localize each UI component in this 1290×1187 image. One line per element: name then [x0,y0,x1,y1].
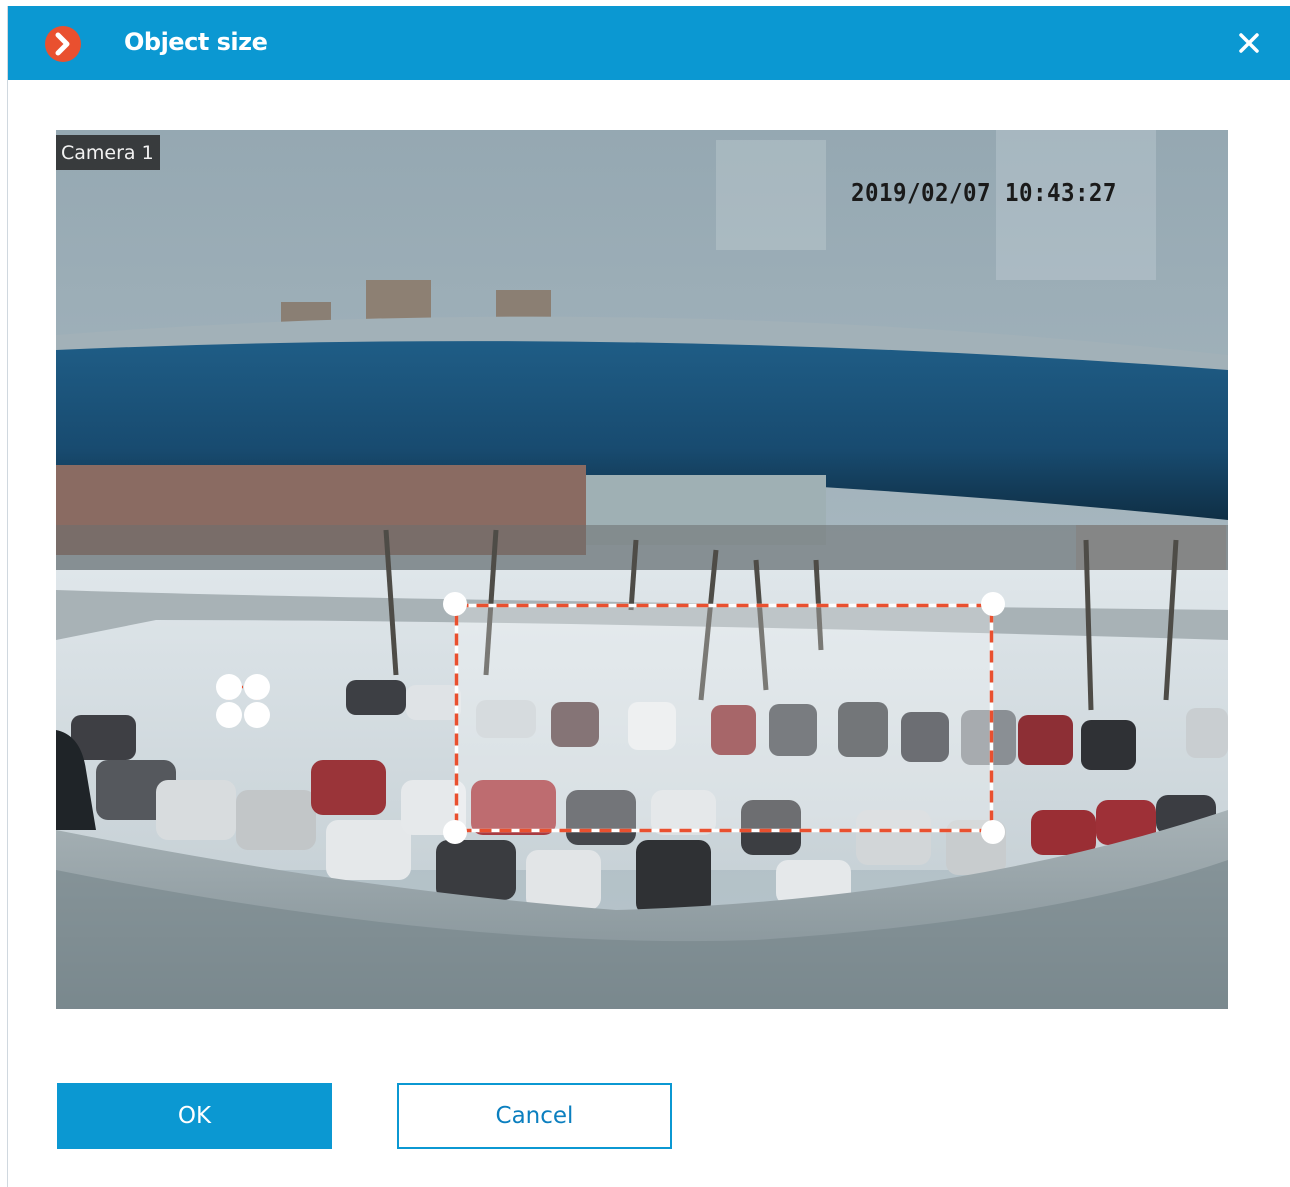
camera-scene-image [56,130,1228,1009]
resize-handle-top-right[interactable] [981,592,1005,616]
object-size-max-rectangle[interactable] [443,592,1005,844]
camera-timestamp: 2019/02/07 10:43:27 [851,178,1117,207]
min-handle-bottom-left[interactable] [216,702,242,728]
min-handle-top-right[interactable] [244,674,270,700]
min-handle-top-left[interactable] [216,674,242,700]
selection-border [454,603,994,833]
dialog-titlebar: Object size [8,6,1290,80]
app-logo-icon [45,26,81,62]
ok-button[interactable]: OK [57,1083,332,1149]
min-handle-bottom-right[interactable] [244,702,270,728]
cancel-button[interactable]: Cancel [397,1083,672,1149]
dialog-title: Object size [124,28,268,56]
close-icon[interactable] [1238,32,1260,54]
object-size-min-rectangle[interactable] [215,673,271,729]
camera-video-frame[interactable]: Camera 1 2019/02/07 10:43:27 [56,130,1228,1009]
resize-handle-top-left[interactable] [443,592,467,616]
resize-handle-bottom-right[interactable] [981,820,1005,844]
camera-name-label: Camera 1 [56,135,160,170]
resize-handle-bottom-left[interactable] [443,820,467,844]
